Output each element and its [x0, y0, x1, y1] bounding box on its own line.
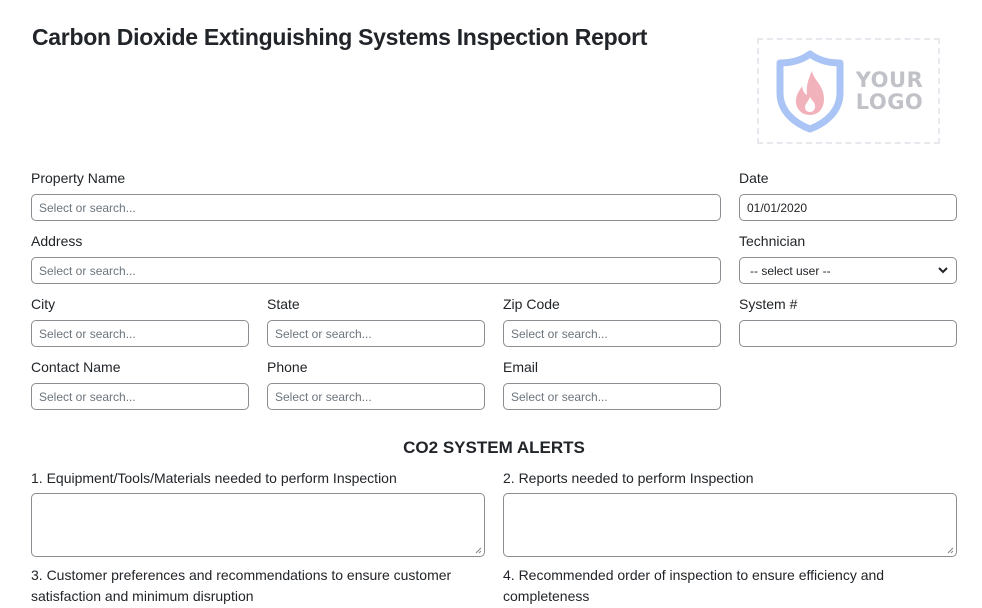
city-input[interactable]: Select or search...	[31, 320, 249, 347]
date-input[interactable]: 01/01/2020	[739, 194, 957, 221]
chevron-down-icon	[937, 265, 949, 277]
technician-label: Technician	[739, 233, 806, 249]
contact-name-input[interactable]: Select or search...	[31, 383, 249, 410]
phone-label: Phone	[267, 359, 308, 375]
state-label: State	[267, 296, 300, 312]
logo-text: YOUR LOGO	[855, 68, 924, 114]
technician-select[interactable]: -- select user --	[739, 257, 957, 284]
page-title: Carbon Dioxide Extinguishing Systems Ins…	[32, 24, 648, 50]
contact-name-label: Contact Name	[31, 359, 121, 375]
email-input[interactable]: Select or search...	[503, 383, 721, 410]
email-label: Email	[503, 359, 539, 375]
zip-code-label: Zip Code	[503, 296, 560, 312]
question-1-label: 1. Equipment/Tools/Materials needed to p…	[31, 470, 397, 486]
date-label: Date	[739, 170, 769, 186]
address-label: Address	[31, 233, 83, 249]
section-title-co2-alerts: CO2 SYSTEM ALERTS	[403, 438, 585, 457]
system-number-label: System #	[739, 296, 798, 312]
inspection-report-page: Carbon Dioxide Extinguishing Systems Ins…	[0, 0, 982, 608]
property-name-input[interactable]: Select or search...	[31, 194, 721, 221]
question-2-textarea[interactable]	[503, 493, 957, 557]
question-3-label: 3. Customer preferences and recommendati…	[31, 567, 452, 604]
logo-placeholder: YOUR LOGO	[757, 38, 940, 144]
phone-input[interactable]: Select or search...	[267, 383, 485, 410]
state-input[interactable]: Select or search...	[267, 320, 485, 347]
resize-grip-icon[interactable]	[474, 546, 482, 554]
address-input[interactable]: Select or search...	[31, 257, 721, 284]
resize-grip-icon[interactable]	[946, 546, 954, 554]
question-1-textarea[interactable]	[31, 493, 485, 557]
question-4-label: 4. Recommended order of inspection to en…	[503, 567, 885, 604]
shield-flame-icon	[776, 50, 844, 133]
zip-code-input[interactable]: Select or search...	[503, 320, 721, 347]
system-number-input[interactable]	[739, 320, 957, 347]
question-2-label: 2. Reports needed to perform Inspection	[503, 470, 754, 486]
city-label: City	[31, 296, 56, 312]
property-name-label: Property Name	[31, 170, 126, 186]
